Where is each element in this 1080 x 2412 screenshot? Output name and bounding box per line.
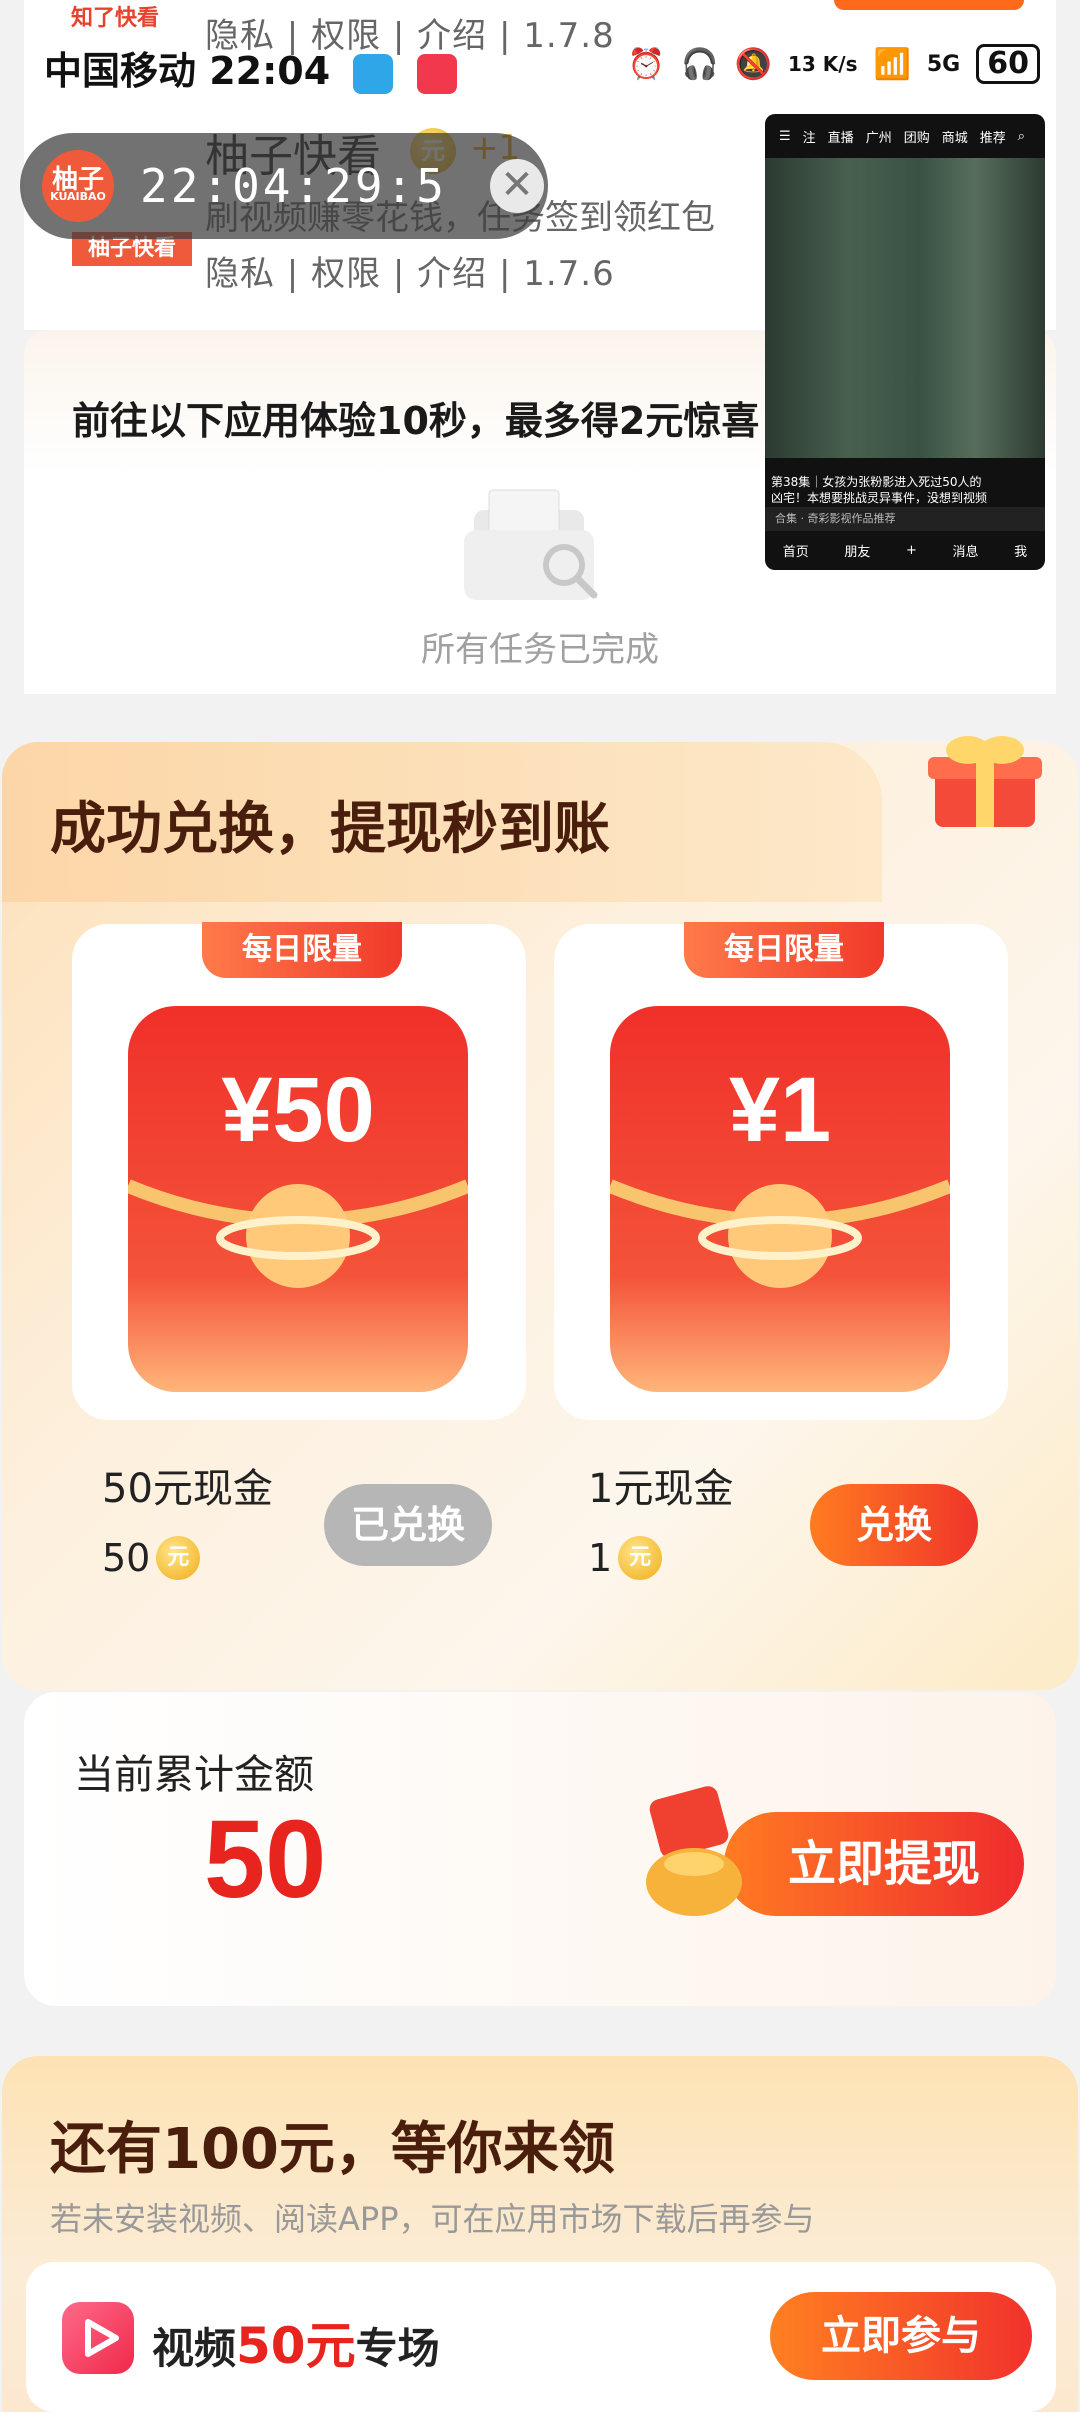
- red-envelope-icon: ¥50: [128, 1006, 468, 1392]
- coin-icon: 元: [618, 1536, 663, 1580]
- pip-tab[interactable]: 团购: [904, 127, 930, 146]
- more-title: 还有100元，等你来领: [50, 2117, 615, 2182]
- floating-timer[interactable]: 柚子 KUAIBAO 22:04:29:5 ✕: [20, 133, 548, 239]
- carrier-time: 中国移动 22:04: [44, 40, 457, 95]
- prize-price-value: 1: [588, 1536, 613, 1580]
- daily-limit-tag: 每日限量: [202, 922, 402, 978]
- pip-tab[interactable]: 广州: [866, 127, 892, 146]
- prize-card-50[interactable]: 每日限量 ¥50: [72, 922, 526, 1420]
- daily-limit-tag: 每日限量: [684, 922, 884, 978]
- prize-price: 50 元: [102, 1536, 201, 1580]
- total-label: 当前累计金额: [74, 1752, 314, 1798]
- video-play-icon: [62, 2302, 134, 2374]
- pip-bottom-nav: 首页 朋友 + 消息 我: [765, 530, 1045, 570]
- special-label: 视频 50元 专场: [152, 2306, 440, 2378]
- redeemed-button[interactable]: 已兑换: [324, 1484, 492, 1566]
- pip-nav-item[interactable]: +: [906, 543, 917, 558]
- exchange-title: 成功兑换，提现秒到账: [50, 797, 610, 862]
- mute-icon: 🔕: [734, 46, 772, 82]
- pip-nav-item[interactable]: 首页: [783, 541, 809, 560]
- coin-icon: 元: [156, 1536, 201, 1580]
- prize-price: 1 元: [588, 1536, 663, 1580]
- special-highlight: 50元: [236, 2317, 356, 2375]
- pip-tabs: ☰ 注 直播 广州 团购 商城 推荐 ⌕: [765, 114, 1045, 158]
- app-links-youzi[interactable]: 隐私 | 权限 | 介绍 | 1.7.6: [205, 246, 615, 295]
- envelope-amount: ¥50: [221, 1059, 375, 1161]
- pip-tab[interactable]: 注: [803, 127, 816, 146]
- pip-video-window[interactable]: ☰ 注 直播 广州 团购 商城 推荐 ⌕ 第38集｜女孩为张粉影进入死过50人的…: [765, 114, 1045, 570]
- withdraw-button[interactable]: 立即提现: [724, 1812, 1024, 1916]
- book-app-icon: [353, 53, 394, 94]
- special-prefix: 视频: [152, 2324, 237, 2373]
- empty-state-text: 所有任务已完成: [421, 630, 659, 670]
- pip-video-frame: [765, 158, 1045, 458]
- pip-tab[interactable]: 直播: [828, 127, 854, 146]
- video-special-row[interactable]: 视频 50元 专场 立即参与: [26, 2262, 1056, 2412]
- pip-search-icon[interactable]: ⌕: [1018, 129, 1025, 144]
- network-type: 5G: [926, 51, 961, 77]
- pip-nav-item[interactable]: 消息: [953, 541, 979, 560]
- alarm-icon: ⏰: [627, 46, 666, 82]
- exchange-button[interactable]: 兑换: [810, 1484, 978, 1566]
- prize-name: 50元现金: [102, 1466, 273, 1512]
- envelope-amount: ¥1: [729, 1059, 831, 1161]
- status-bar: 中国移动 22:04 ⏰ 🎧 🔕 13 K/s 📶 5G 60: [0, 40, 1080, 96]
- install-button-stub[interactable]: [834, 0, 1024, 10]
- battery-icon: 60: [976, 44, 1040, 84]
- pip-collection-bar: 合集 · 奇彩影视作品推荐: [765, 507, 1045, 531]
- pip-nav-item[interactable]: 朋友: [844, 541, 870, 560]
- prize-card-1[interactable]: 每日限量 ¥1: [554, 922, 1008, 1420]
- empty-folder-icon: [464, 489, 598, 600]
- prize-price-value: 50: [102, 1536, 151, 1580]
- join-button[interactable]: 立即参与: [770, 2292, 1032, 2380]
- timer-text: 22:04:29:5: [140, 159, 447, 213]
- headphones-icon: 🎧: [681, 46, 719, 82]
- carrier-time-text: 中国移动 22:04: [44, 49, 331, 93]
- video-app-icon: [416, 53, 457, 94]
- close-icon[interactable]: ✕: [490, 159, 544, 213]
- pip-tab[interactable]: 商城: [942, 127, 968, 146]
- more-subtitle: 若未安装视频、阅读APP，可在应用市场下载后再参与: [50, 2200, 815, 2238]
- timer-app-logo: 柚子 KUAIBAO: [42, 150, 114, 222]
- money-bag-icon: [646, 1786, 742, 1916]
- red-envelope-icon: ¥1: [610, 1006, 950, 1392]
- experience-title: 前往以下应用体验10秒，最多得2元惊喜: [72, 399, 760, 443]
- total-amount-card: 当前累计金额 50 立即提现: [24, 1692, 1056, 2006]
- pip-tab[interactable]: 推荐: [980, 127, 1006, 146]
- more-rewards-card: 还有100元，等你来领 若未安装视频、阅读APP，可在应用市场下载后再参与 视频…: [2, 2056, 1078, 2412]
- special-suffix: 专场: [355, 2324, 440, 2373]
- total-value: 50: [204, 1798, 327, 1921]
- prize-name: 1元现金: [588, 1466, 734, 1512]
- pip-nav-item[interactable]: 我: [1014, 541, 1027, 560]
- gift-icon: [928, 736, 1042, 827]
- pip-menu-icon: ☰: [779, 128, 791, 144]
- status-icons: ⏰ 🎧 🔕 13 K/s 📶 5G 60: [628, 44, 1040, 84]
- net-speed: 13 K/s: [788, 52, 858, 76]
- app-logo-zhiliao: 知了快看: [70, 6, 159, 31]
- timer-logo-sub: KUAIBAO: [50, 190, 106, 203]
- wifi-icon: 📶: [873, 46, 911, 82]
